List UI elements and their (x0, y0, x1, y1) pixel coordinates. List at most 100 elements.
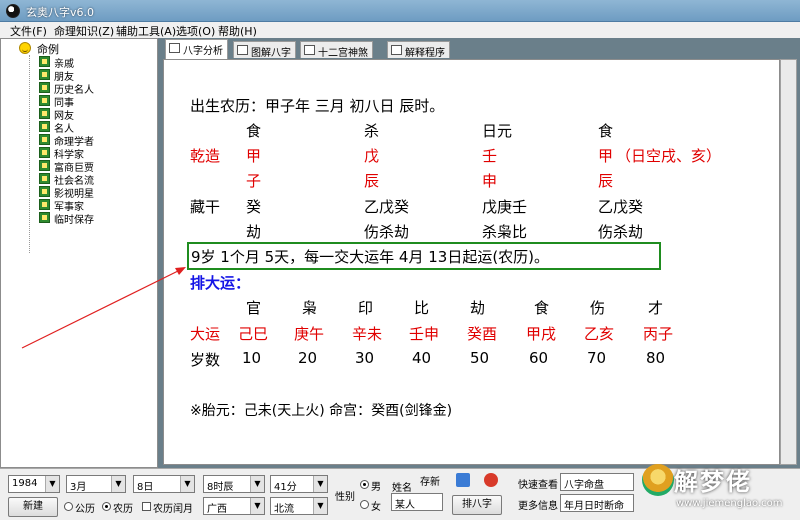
new-button[interactable]: 新建 (8, 497, 58, 517)
book-icon (39, 69, 50, 80)
book-icon (39, 121, 50, 132)
chevron-down-icon: ▼ (180, 476, 194, 492)
book-icon (39, 147, 50, 158)
title-bar: 玄奥八字v6.0 (0, 0, 800, 22)
earthly-branch: 辰 (364, 172, 380, 190)
dayun-age: 50 (470, 349, 490, 367)
earthly-branch: 辰 (598, 172, 614, 190)
hidden-stem: 戊庚壬 (482, 198, 528, 216)
stop-icon[interactable] (484, 473, 498, 487)
chevron-down-icon: ▼ (111, 476, 125, 492)
name-label: 姓名 (392, 483, 412, 494)
leap-month-label: 农历闰月 (153, 504, 193, 515)
dayun-age: 40 (412, 349, 432, 367)
more-info-select[interactable]: 年月日时断命 (560, 494, 634, 512)
bazi-panel: 出生农历：甲子年 三月 初八日 辰时。 食 杀 日元 食 乾造 甲 戊 壬 甲 … (163, 59, 780, 465)
hidden-stem: 乙戊癸 (364, 198, 410, 216)
dayun-god: 食 (534, 299, 550, 317)
male-radio[interactable] (360, 480, 369, 489)
hidden-god: 杀枭比 (482, 223, 528, 241)
dayun-pillar: 己巳 (238, 325, 269, 343)
heavenly-stem: 戊 (364, 147, 380, 165)
quick-view-label: 快速查看 (518, 480, 558, 491)
dayun-pillar: 丙子 (643, 325, 674, 343)
dayun-age: 70 (587, 349, 607, 367)
taiyuan-minggong: ※胎元：己未(天上火) 命宫：癸酉(剑锋金) (190, 403, 453, 419)
smiley-icon (19, 42, 31, 54)
month-select[interactable]: 3月 ▼ (66, 475, 126, 493)
dayun-god: 印 (358, 299, 374, 317)
province-select[interactable]: 广西 ▼ (203, 497, 265, 515)
menu-help[interactable]: 帮助(H) (218, 23, 257, 39)
chevron-down-icon: ▼ (45, 476, 59, 492)
day-select[interactable]: 8日 ▼ (133, 475, 195, 493)
hour-select[interactable]: 8时辰 ▼ (203, 475, 265, 493)
tab-twelve-palaces[interactable]: 十二宫神煞 (300, 41, 373, 59)
menu-options[interactable]: 选项(O) (176, 23, 215, 39)
dayun-pillar: 壬申 (409, 325, 440, 343)
gongli-radio[interactable] (64, 502, 73, 511)
qiyun-line: 9岁 1个月 5天，每一交大运年 4月 13日起运(农历)。 (191, 248, 550, 266)
hidden-god: 伤杀劫 (364, 223, 410, 241)
age-label: 岁数 (190, 351, 221, 369)
dayun-age: 80 (646, 349, 666, 367)
dayun-age: 30 (355, 349, 375, 367)
menu-tools[interactable]: 辅助工具(A) (116, 23, 176, 39)
dayun-god: 伤 (590, 299, 606, 317)
brand-name: 解梦佬 (674, 468, 752, 496)
leap-month-checkbox[interactable] (142, 502, 151, 511)
document-icon (169, 43, 180, 53)
earthly-branch: 申 (482, 172, 498, 190)
hidden-god: 伤杀劫 (598, 223, 644, 241)
tab-interpreter[interactable]: 解释程序 (387, 41, 450, 59)
nongli-radio[interactable] (102, 502, 111, 511)
chevron-down-icon: ▼ (313, 476, 327, 492)
window-title: 玄奥八字v6.0 (26, 6, 95, 19)
book-icon (39, 95, 50, 106)
minute-select[interactable]: 41分 ▼ (270, 475, 328, 493)
book-icon (39, 173, 50, 184)
brand-watermark: 解梦佬 www.jiemenglao.com (636, 458, 800, 520)
brand-url: www.jiemenglao.com (676, 498, 783, 509)
quick-view-select[interactable]: 八字命盘 (560, 473, 634, 491)
gender-label: 性别 (335, 492, 355, 503)
birth-line: 出生农历：甲子年 三月 初八日 辰时。 (190, 97, 445, 115)
menu-knowledge[interactable]: 命理知识(Z) (54, 23, 114, 39)
hidden-stem: 癸 (246, 198, 262, 216)
city-select[interactable]: 北流 ▼ (270, 497, 328, 515)
dayun-god: 官 (246, 299, 262, 317)
god-label: 日元 (482, 122, 513, 140)
dayun-god: 枭 (302, 299, 318, 317)
female-radio[interactable] (360, 500, 369, 509)
female-label: 女 (371, 502, 381, 513)
nongli-label: 农历 (113, 504, 133, 515)
god-label: 食 (598, 122, 614, 140)
dayun-age: 20 (298, 349, 318, 367)
god-label: 杀 (364, 122, 380, 140)
dayun-pillar: 辛未 (352, 325, 383, 343)
hidden-god: 劫 (246, 223, 262, 241)
earthly-branch: 子 (246, 172, 262, 190)
menu-bar: 文件(F) 命理知识(Z) 辅助工具(A) 选项(O) 帮助(H) (0, 22, 800, 38)
tree-guide-line (29, 55, 30, 253)
name-input[interactable]: 某人 (391, 493, 443, 511)
canggan-label: 藏干 (190, 198, 221, 216)
book-icon (39, 199, 50, 210)
menu-file[interactable]: 文件(F) (10, 23, 47, 39)
year-select[interactable]: 1984 ▼ (8, 475, 60, 493)
dayun-title: 排大运： (190, 274, 251, 292)
dayun-god: 比 (414, 299, 430, 317)
qianzao-label: 乾造 (190, 147, 221, 165)
speaker-icon[interactable] (456, 473, 470, 487)
paibazi-button[interactable]: 排八字 (452, 495, 502, 515)
vertical-scrollbar[interactable] (780, 59, 797, 465)
chevron-down-icon: ▼ (250, 476, 264, 492)
tab-bazi-analysis[interactable]: 八字分析 (165, 39, 228, 59)
tab-bazi-diagram[interactable]: 图解八字 (233, 41, 296, 59)
chevron-down-icon: ▼ (250, 498, 264, 514)
heavenly-stem: 甲 (598, 147, 614, 165)
program-icon (391, 45, 402, 55)
dayun-pillar: 甲戌 (526, 325, 557, 343)
grid-icon (304, 45, 315, 55)
dayun-label: 大运 (190, 325, 221, 343)
